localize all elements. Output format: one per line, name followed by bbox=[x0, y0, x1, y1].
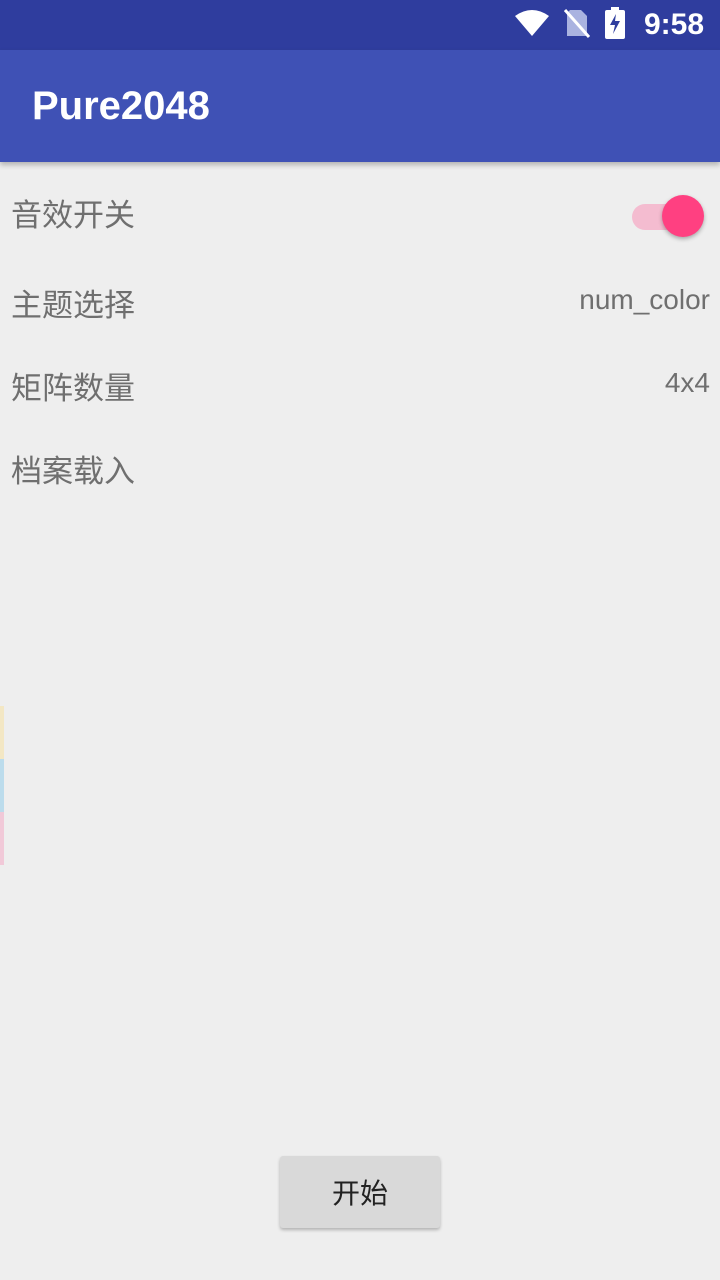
edge-strip-pink bbox=[0, 812, 4, 865]
theme-setting-row[interactable]: 主题选择 num_color bbox=[0, 258, 720, 342]
edge-strip-blue bbox=[0, 759, 4, 812]
status-bar: 9:58 bbox=[0, 0, 720, 50]
start-button[interactable]: 开始 bbox=[280, 1156, 440, 1228]
matrix-setting-value: 4x4 bbox=[664, 367, 710, 398]
edge-strip-yellow bbox=[0, 706, 4, 759]
switch-thumb bbox=[662, 195, 704, 237]
matrix-setting-row[interactable]: 矩阵数量 4x4 bbox=[0, 341, 720, 425]
theme-setting-value: num_color bbox=[579, 284, 710, 315]
sound-setting-row[interactable]: 音效开关 bbox=[0, 168, 720, 252]
app-title: Pure2048 bbox=[32, 84, 210, 128]
load-save-label: 档案载入 bbox=[11, 454, 135, 490]
status-time: 9:58 bbox=[643, 8, 704, 41]
load-save-row[interactable]: 档案载入 bbox=[0, 424, 720, 508]
app-bar: Pure2048 bbox=[0, 50, 720, 162]
status-icons: 9:58 bbox=[514, 0, 704, 50]
no-sim-icon bbox=[563, 8, 591, 42]
battery-charging-icon bbox=[604, 7, 626, 43]
wifi-icon bbox=[514, 9, 550, 41]
theme-setting-label: 主题选择 bbox=[11, 288, 135, 324]
sound-setting-label: 音效开关 bbox=[11, 198, 135, 234]
sound-toggle-switch[interactable] bbox=[632, 194, 706, 238]
matrix-setting-label: 矩阵数量 bbox=[11, 371, 135, 407]
